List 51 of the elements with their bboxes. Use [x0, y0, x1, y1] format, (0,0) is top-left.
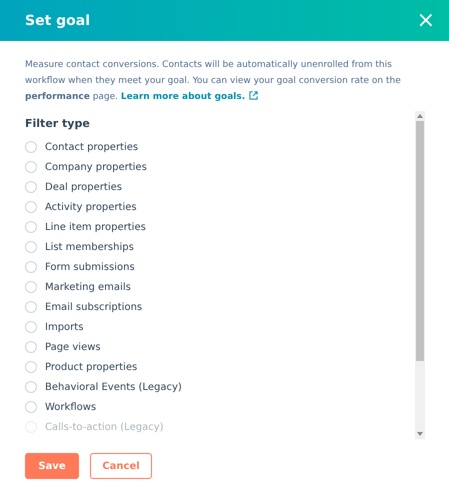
radio-button[interactable] [25, 161, 37, 173]
radio-option[interactable]: Page views [25, 337, 415, 357]
radio-option[interactable]: Form submissions [25, 257, 415, 277]
option-label: List memberships [45, 242, 134, 252]
radio-button[interactable] [25, 141, 37, 153]
radio-button[interactable] [25, 281, 37, 293]
radio-option[interactable]: Product properties [25, 357, 415, 377]
filter-type-label: Filter type [25, 117, 91, 132]
radio-option[interactable]: Workflows [25, 397, 415, 417]
learn-more-link[interactable]: Learn more about goals. [120, 92, 246, 102]
radio-option[interactable]: Contact properties [25, 137, 415, 157]
radio-option[interactable]: Marketing emails [25, 277, 415, 297]
radio-option[interactable]: Activity properties [25, 197, 415, 217]
scrollbar[interactable] [415, 111, 425, 439]
radio-button[interactable] [25, 181, 37, 193]
option-label: Form submissions [45, 262, 135, 272]
radio-option[interactable]: Imports [25, 317, 415, 337]
radio-button[interactable] [25, 401, 37, 413]
radio-button[interactable] [25, 301, 37, 313]
option-label: Product properties [45, 362, 138, 372]
radio-button[interactable] [25, 221, 37, 233]
radio-button[interactable] [25, 261, 37, 273]
dialog-title: Set goal [25, 12, 90, 28]
scroll-down-icon[interactable] [417, 432, 423, 436]
radio-option[interactable]: Company properties [25, 157, 415, 177]
scroll-up-icon[interactable] [417, 114, 423, 118]
option-label: Activity properties [45, 202, 137, 212]
option-label: Behavioral Events (Legacy) [45, 382, 182, 392]
radio-button[interactable] [25, 201, 37, 213]
option-label: Line item properties [45, 222, 146, 232]
option-label: Email subscriptions [45, 302, 142, 312]
option-label: Calls-to-action (Legacy) [45, 422, 164, 432]
radio-button[interactable] [25, 321, 37, 333]
radio-button[interactable] [25, 381, 37, 393]
option-label: Page views [45, 342, 101, 352]
option-label: Deal properties [45, 182, 122, 192]
radio-option[interactable]: Line item properties [25, 217, 415, 237]
option-label: Contact properties [45, 142, 138, 152]
radio-button[interactable] [25, 361, 37, 373]
radio-option[interactable]: Deal properties [25, 177, 415, 197]
radio-option[interactable]: Behavioral Events (Legacy) [25, 377, 415, 397]
external-link-icon [249, 91, 258, 100]
option-label: Marketing emails [45, 282, 131, 292]
description-text: Measure contact conversions. Contacts will be automatically unenrolled from this workflow when they meet your goal. You can view your goal conversion rate on the performance page. Learn more about goals. [25, 59, 402, 104]
option-label: Imports [45, 322, 84, 332]
radio-option[interactable]: Email subscriptions [25, 297, 415, 317]
option-label: Workflows [45, 402, 96, 412]
option-label: Company properties [45, 162, 147, 172]
radio-button[interactable] [25, 341, 37, 353]
radio-option[interactable]: List memberships [25, 237, 415, 257]
radio-button[interactable] [25, 241, 37, 253]
